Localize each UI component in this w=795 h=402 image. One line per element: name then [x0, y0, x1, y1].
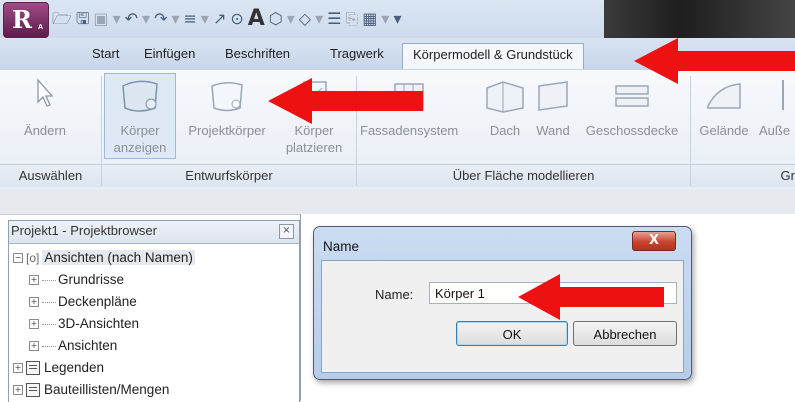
- views-icon: [o]: [26, 251, 40, 265]
- tree-label: Grundrisse: [58, 272, 125, 287]
- tab-koerpermodell[interactable]: Körpermodell & Grundstück: [402, 43, 584, 69]
- group-gr: Gr: [691, 164, 795, 187]
- tree-label: Ansichten (nach Namen): [42, 250, 195, 265]
- tab-einfuegen[interactable]: Einfügen: [144, 46, 195, 61]
- koerper-platzieren-label-2: platzieren: [285, 140, 343, 155]
- tree-label: Deckenpläne: [58, 294, 137, 309]
- quick-access-toolbar: R A 🗁 🖫 ▣ ▾ ↶ ▾ ↷ ▾ ≡ ▾ ↗ ⊙ A ⬡ ▾ ◇ ▾ ☰ …: [0, 0, 795, 38]
- dialog-close-button[interactable]: X: [632, 231, 676, 251]
- cancel-button[interactable]: Abbrechen: [573, 321, 677, 346]
- expand-icon[interactable]: +: [29, 297, 39, 308]
- roof-by-face-icon: [486, 81, 524, 113]
- name-field-label: Name:: [375, 287, 414, 302]
- dimension-icon[interactable]: ⊙: [230, 11, 243, 27]
- 3d-view-icon[interactable]: ⬡: [269, 11, 283, 27]
- switch-windows-icon[interactable]: ▦: [362, 11, 377, 27]
- tree-connector: [42, 345, 56, 347]
- section-dropdown-icon[interactable]: ▾: [315, 11, 323, 27]
- koerper-anzeigen-button[interactable]: Körper anzeigen: [104, 73, 176, 159]
- tree-node-legenden[interactable]: + Legenden: [13, 357, 104, 379]
- expand-icon[interactable]: +: [13, 385, 23, 396]
- tree-label: Legenden: [44, 360, 105, 375]
- tab-tragwerk[interactable]: Tragwerk: [330, 46, 384, 61]
- close-hidden-icon[interactable]: ⎘: [345, 11, 358, 27]
- save-icon[interactable]: 🖫: [76, 11, 90, 27]
- sync-dropdown-icon[interactable]: ▾: [113, 11, 121, 27]
- close-browser-icon[interactable]: ⨯: [279, 224, 294, 239]
- tree-node-bauteillisten[interactable]: + Bauteillisten/Mengen: [13, 379, 169, 401]
- gelaende-label: Gelände: [699, 123, 749, 138]
- group-entwurfskoerper: Entwurfskörper: [102, 164, 356, 187]
- aendern-label: Ändern: [24, 123, 66, 138]
- tree-node-ansichten-nach-namen[interactable]: − [o] Ansichten (nach Namen): [13, 247, 195, 269]
- cursor-icon: [37, 78, 54, 107]
- tree-node-grundrisse[interactable]: + Grundrisse: [29, 269, 124, 291]
- wand-button[interactable]: Wand: [531, 76, 575, 139]
- tree-connector: [42, 301, 56, 303]
- wall-by-face-icon: [538, 81, 568, 111]
- sync-icon[interactable]: ▣: [93, 11, 108, 27]
- tree-connector: [42, 279, 56, 281]
- tree-label: 3D-Ansichten: [58, 316, 140, 331]
- legend-icon: [26, 361, 40, 376]
- tab-start[interactable]: Start: [92, 46, 119, 61]
- application-menu-button[interactable]: R A: [3, 2, 49, 38]
- geschossdecke-label: Geschossdecke: [585, 123, 679, 138]
- dach-button[interactable]: Dach: [482, 76, 528, 139]
- collapse-icon[interactable]: −: [13, 253, 23, 264]
- dialog-title: Name: [323, 239, 360, 254]
- thin-lines-icon[interactable]: ≡: [184, 11, 197, 27]
- annotation-arrow-ribbon: [268, 78, 423, 124]
- expand-icon[interactable]: +: [13, 363, 23, 374]
- customize-toolbar-icon[interactable]: ▾: [393, 11, 401, 27]
- section-icon[interactable]: ◇: [299, 11, 311, 27]
- in-place-mass-icon: [211, 82, 243, 112]
- tree-node-3d-ansichten[interactable]: +3D-Ansichten: [29, 313, 139, 335]
- tab-beschriften[interactable]: Beschriften: [225, 46, 290, 61]
- wand-label: Wand: [536, 123, 570, 138]
- group-ueber-flaeche: Über Fläche modellieren: [357, 164, 690, 187]
- annotation-arrow-name-field: [518, 274, 664, 320]
- title-bar-dark-region: [604, 0, 795, 38]
- project-browser-title-bar: Projekt1 - Projektbrowser ⨯: [9, 221, 299, 244]
- text-icon[interactable]: A: [248, 8, 265, 30]
- ok-button[interactable]: OK: [456, 321, 568, 346]
- tag-icon[interactable]: ☰: [327, 11, 341, 27]
- app-logo-sub: A: [38, 24, 44, 31]
- redo-icon[interactable]: ↷: [154, 11, 167, 27]
- aendern-button[interactable]: Ändern: [15, 76, 75, 139]
- expand-icon[interactable]: +: [29, 341, 39, 352]
- project-browser-title: Projekt1 - Projektbrowser: [11, 223, 157, 238]
- tree-label: Bauteillisten/Mengen: [44, 382, 170, 397]
- projektkoerper-button[interactable]: Projektkörper: [180, 76, 274, 139]
- ausse-label: Auße: [759, 123, 791, 138]
- expand-icon[interactable]: +: [29, 275, 39, 286]
- app-logo-letter: R: [12, 5, 32, 34]
- show-mass-icon: [122, 80, 158, 112]
- projektkoerper-label: Projektkörper: [188, 123, 266, 138]
- undo-dropdown-icon[interactable]: ▾: [142, 11, 150, 27]
- tree-node-deckenplaene[interactable]: + Deckenpläne: [29, 291, 137, 313]
- group-auswaehlen: Auswählen: [0, 164, 101, 187]
- tree-connector: [42, 323, 56, 325]
- dach-label: Dach: [489, 123, 521, 138]
- tree-label: Ansichten: [58, 338, 118, 353]
- koerper-anzeigen-label-1: Körper: [120, 123, 160, 138]
- koerper-anzeigen-label-2: anzeigen: [113, 140, 167, 155]
- open-icon[interactable]: 🗁: [52, 11, 72, 27]
- annotation-arrow-tab: [634, 38, 795, 84]
- thin-lines-dropdown-icon[interactable]: ▾: [201, 11, 209, 27]
- expand-icon[interactable]: +: [29, 319, 39, 330]
- switch-windows-dropdown-icon[interactable]: ▾: [381, 11, 389, 27]
- schedule-icon: [26, 383, 40, 398]
- redo-dropdown-icon[interactable]: ▾: [171, 11, 179, 27]
- 3d-view-dropdown-icon[interactable]: ▾: [287, 11, 295, 27]
- options-bar: [0, 190, 795, 215]
- project-browser: Projekt1 - Projektbrowser ⨯ − [o] Ansichte…: [8, 220, 300, 402]
- undo-icon[interactable]: ↶: [125, 11, 138, 27]
- measure-icon[interactable]: ↗: [213, 11, 226, 27]
- tree-node-ansichten[interactable]: + Ansichten: [29, 335, 117, 357]
